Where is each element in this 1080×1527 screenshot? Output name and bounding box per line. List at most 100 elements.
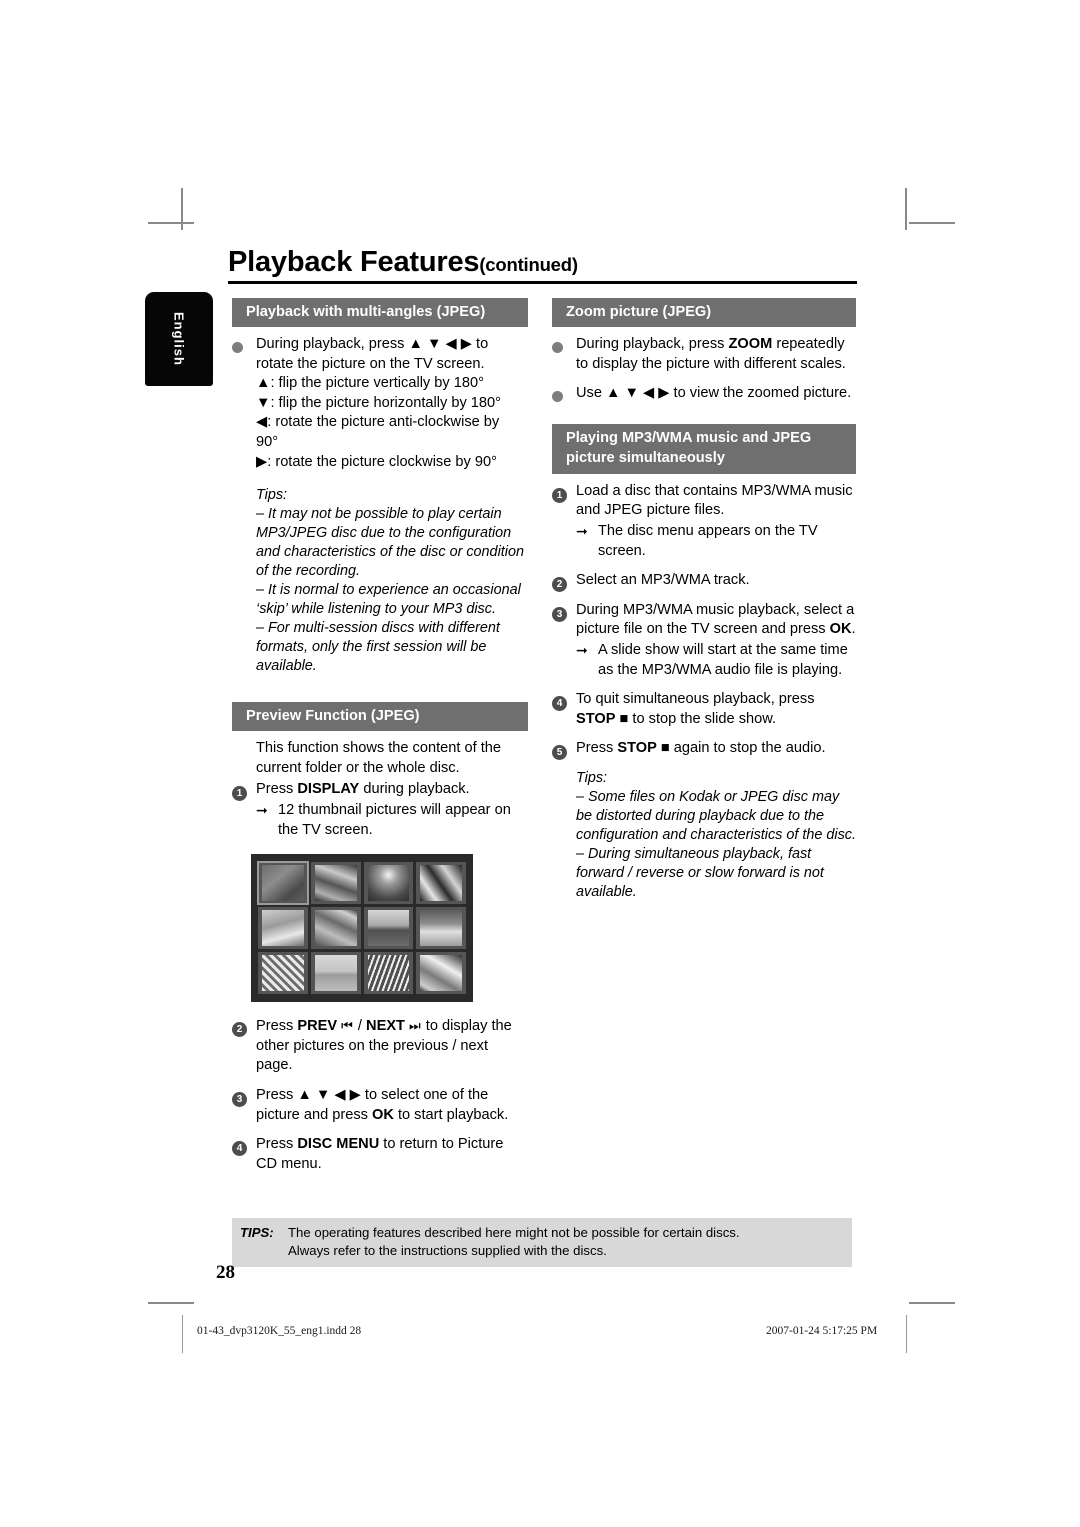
page-number: 28 xyxy=(216,1262,235,1283)
bullet-line-3: ▲: flip the picture vertically by 180° xyxy=(256,375,484,392)
crop-mark-top-right-h xyxy=(909,222,955,224)
r-step-3-text: During MP3/WMA music playback, select a … xyxy=(576,601,856,638)
footer-tips-line-1: TIPS: The operating features described he… xyxy=(240,1225,740,1240)
footer-rule-left xyxy=(182,1315,183,1353)
thumbnail-item xyxy=(416,952,466,995)
step-2-prev-next: 2 Press PREV ⏮ / NEXT ⏭ to display the o… xyxy=(232,1016,528,1076)
thumbnail-item xyxy=(258,907,308,950)
r-step-2-select-track: 2 Select an MP3/WMA track. xyxy=(552,571,856,594)
next-track-icon: ⏭ xyxy=(409,1018,422,1034)
step-number-icon-4: 4 xyxy=(232,1138,247,1158)
r-step-5-text: Press STOP ■ again to stop the audio. xyxy=(576,740,826,757)
thumbnail-item xyxy=(310,862,361,905)
bullet-line-5: ◀: rotate the picture anti-clockwise by xyxy=(256,414,500,431)
footer-tips-line-2: Always refer to the instructions supplie… xyxy=(288,1243,607,1258)
preview-thumbnail-grid xyxy=(251,854,473,1003)
r-tip-item-1: – Some files on Kodak or JPEG disc may b… xyxy=(576,788,856,843)
tips-block-left: Tips: – It may not be possible to play c… xyxy=(232,486,528,676)
step-number-icon-3: 3 xyxy=(232,1089,247,1109)
r-tip-item-2: – During simultaneous playback, fast for… xyxy=(576,845,824,900)
step-3-text: Press ▲ ▼ ◀ ▶ to select one of the pictu… xyxy=(256,1086,509,1123)
thumbnail-item xyxy=(363,862,414,905)
bullet-rotate-picture: During playback, press ▲ ▼ ◀ ▶ to rotate… xyxy=(232,335,528,472)
r-step-2-text: Select an MP3/WMA track. xyxy=(576,572,750,589)
stop-square-icon: ■ xyxy=(660,740,670,757)
language-tab: English xyxy=(145,292,213,386)
section-header-zoom-picture: Zoom picture (JPEG) xyxy=(552,298,856,327)
step-4-disc-menu: 4 Press DISC MENU to return to Picture C… xyxy=(232,1135,528,1174)
r-step-1-result: ➞ The disc menu appears on the TV screen. xyxy=(576,522,818,559)
step-number-icon-1: 1 xyxy=(552,485,567,505)
thumbnail-item xyxy=(310,907,361,950)
tip-item-2: – It is normal to experience an occasion… xyxy=(256,582,521,618)
bullet-zoom-press: During playback, press ZOOM repeatedly t… xyxy=(552,335,856,374)
page-title: Playback Features(continued) xyxy=(228,247,858,277)
key-stop: STOP xyxy=(617,740,657,757)
bullet-zoom-navigate: Use ▲ ▼ ◀ ▶ to view the zoomed picture. xyxy=(552,384,856,404)
key-ok: OK xyxy=(829,621,852,638)
r-step-1-load-disc: 1 Load a disc that contains MP3/WMA musi… xyxy=(552,482,856,561)
crop-mark-top-left-v xyxy=(181,188,183,230)
tip-item-3: – For multi-session discs with different… xyxy=(256,620,500,675)
thumbnail-item xyxy=(310,952,361,995)
tip-item-1: – It may not be possible to play certain… xyxy=(256,506,524,580)
footer-timestamp: 2007-01-24 5:17:25 PM xyxy=(766,1325,878,1337)
crop-mark-bottom-left-h xyxy=(148,1302,194,1304)
thumbnail-item xyxy=(363,907,414,950)
bullet-dot-icon xyxy=(552,338,563,360)
r-step-3-select-picture: 3 During MP3/WMA music playback, select … xyxy=(552,601,856,680)
thumbnail-item xyxy=(258,952,308,995)
arrow-right-icon: ➞ xyxy=(576,522,588,539)
section-header-mp3-jpeg-simultaneous: Playing MP3/WMA music and JPEG picture s… xyxy=(552,423,856,474)
step-2-text: Press PREV ⏮ / NEXT ⏭ to display the oth… xyxy=(256,1018,512,1074)
language-tab-label: English xyxy=(171,312,187,366)
section-header-line-2: picture simultaneously xyxy=(566,449,725,466)
step-number-icon-3: 3 xyxy=(552,604,567,624)
title-underline xyxy=(228,281,857,284)
section-header-line-1: Playing MP3/WMA music and JPEG xyxy=(566,429,812,446)
bullet-dot-icon xyxy=(552,387,563,409)
bullet-line-1: During playback, press ▲ ▼ ◀ ▶ to xyxy=(256,336,489,352)
crop-mark-top-right-v xyxy=(905,188,907,230)
section-header-preview-function: Preview Function (JPEG) xyxy=(232,702,528,732)
step-1-text: Press DISPLAY during playback. xyxy=(256,781,470,798)
key-disc-menu: DISC MENU xyxy=(297,1136,380,1153)
footer-tips-label: TIPS: xyxy=(240,1225,274,1240)
r-step-4-text: To quit simultaneous playback, press STO… xyxy=(576,691,815,727)
bullet-line-2: rotate the picture on the TV screen. xyxy=(256,355,485,372)
tips-label-left: Tips: xyxy=(256,487,288,504)
key-next: NEXT xyxy=(366,1018,405,1035)
step-number-icon-4: 4 xyxy=(552,693,567,713)
key-ok: OK xyxy=(372,1106,394,1123)
thumbnail-item xyxy=(416,907,466,950)
step-4-text: Press DISC MENU to return to Picture CD … xyxy=(256,1136,504,1172)
left-column: Playback with multi-angles (JPEG) During… xyxy=(232,298,528,1184)
footer-rule-right xyxy=(906,1315,907,1353)
key-zoom: ZOOM xyxy=(728,336,773,352)
key-prev: PREV xyxy=(297,1018,338,1035)
page-title-main: Playback Features xyxy=(228,246,480,278)
crop-mark-top-left-h xyxy=(148,222,194,224)
bullet-line-6: 90° xyxy=(256,433,279,450)
manual-page: Playback Features(continued) English Pla… xyxy=(0,0,1080,1527)
bullet-line-4: ▼: flip the picture horizontally by 180° xyxy=(256,394,501,411)
bullet-zoom-nav-text: Use ▲ ▼ ◀ ▶ to view the zoomed picture. xyxy=(576,385,852,402)
bullet-dot-icon xyxy=(232,338,243,360)
r-step-3-result: ➞ A slide show will start at the same tim… xyxy=(576,641,848,678)
thumbnail-item xyxy=(416,862,466,905)
step-number-icon-2: 2 xyxy=(232,1019,247,1039)
arrow-right-icon: ➞ xyxy=(256,801,268,818)
footer-file-name: 01-43_dvp3120K_55_eng1.indd 28 xyxy=(197,1325,362,1337)
step-number-icon-1: 1 xyxy=(232,783,247,803)
section-header-multi-angles: Playback with multi-angles (JPEG) xyxy=(232,298,528,327)
bullet-line-7: ▶: rotate the picture clockwise by 90° xyxy=(256,453,497,470)
step-number-icon-2: 2 xyxy=(552,574,567,594)
preview-intro-text: This function shows the content of the c… xyxy=(256,740,501,776)
key-stop: STOP xyxy=(576,710,616,727)
r-step-5-stop-audio: 5 Press STOP ■ again to stop the audio. xyxy=(552,739,856,762)
thumbnail-item xyxy=(257,861,309,906)
tips-label-right: Tips: xyxy=(576,769,608,786)
step-number-icon-5: 5 xyxy=(552,742,567,762)
step-1-display: 1 Press DISPLAY during playback. ➞ 12 thu… xyxy=(232,780,528,840)
crop-mark-bottom-right-h xyxy=(909,1302,955,1304)
